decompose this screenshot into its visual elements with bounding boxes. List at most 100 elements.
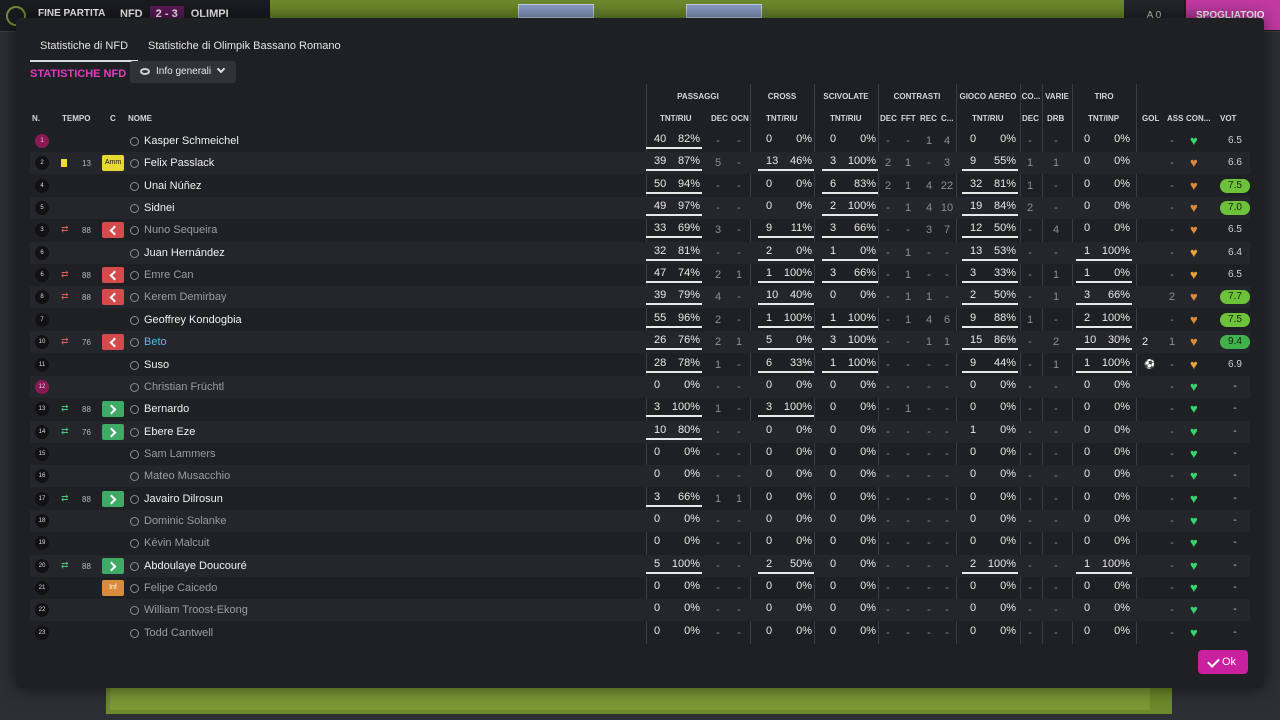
col-pass-tntriu[interactable]: TNT/RIU xyxy=(660,114,692,123)
player-row[interactable]: 22 William Troost-Ekong 0 0% - -0 0% 0 0% - - - -0 0%… xyxy=(30,599,1250,622)
cross-cell: 5 0% xyxy=(758,334,814,351)
contr-c: - xyxy=(945,470,949,483)
condition-heart-icon: ♥ xyxy=(1190,356,1198,372)
ok-button[interactable]: Ok xyxy=(1198,650,1248,674)
col-contr-rec[interactable]: REC xyxy=(920,114,937,123)
col-tiro-tntinp[interactable]: TNT/INP xyxy=(1088,114,1119,123)
shirt-number: 12 xyxy=(35,379,49,394)
player-name[interactable]: Nuno Sequeira xyxy=(144,224,217,236)
dribbles: - xyxy=(1054,403,1058,416)
player-name[interactable]: Felix Passlack xyxy=(144,157,214,169)
tackles-attempts: 1 xyxy=(830,311,837,324)
view-dropdown-label: Info generali xyxy=(156,66,212,77)
tab-nfd-stats[interactable]: Statistiche di NFD xyxy=(30,32,139,62)
shots-cell: 0 0% xyxy=(1076,155,1132,171)
section-title: STATISTICHE NFD xyxy=(30,68,127,80)
view-dropdown[interactable]: Info generali xyxy=(130,61,236,83)
cross-attempts: 2 xyxy=(766,557,773,570)
player-row[interactable]: 2 13 Amm Felix Passlack 39 87% 5-13 46% 3 100% 2 1-… xyxy=(30,152,1250,175)
col-contr-fft[interactable]: FFT xyxy=(901,114,916,123)
dribbles: - xyxy=(1054,604,1058,617)
player-row[interactable]: 8 ⇄ 88 Kerem Demirbay 39 79% 4-10 40% 0 0% -1 1-2 50… xyxy=(30,286,1250,309)
player-row[interactable]: 21 Inf Felipe Caicedo 0 0% - -0 0% 0 0% - - - -0 0% - -0… xyxy=(30,577,1250,599)
player-row[interactable]: 15 Sam Lammers 0 0% - -0 0% 0 0% - - - -0 0% - -0 0% - ♥ - xyxy=(30,443,1250,465)
col-ass[interactable]: ASS xyxy=(1167,114,1183,123)
player-row[interactable]: 14 ⇄ 76 Ebere Eze 10 80% - -0 0% 0 0% - - - -1 0% - -0 0% -… xyxy=(30,420,1250,443)
player-name[interactable]: Ebere Eze xyxy=(144,426,195,438)
player-row[interactable]: 20 ⇄ 88 Abdoulaye Doucouré 5 100% - -2 50% 0 0% - - -… xyxy=(30,554,1250,577)
col-co-dec[interactable]: DEC xyxy=(1022,114,1039,123)
col-tempo[interactable]: TEMPO xyxy=(62,114,90,123)
player-name[interactable]: Juan Hernández xyxy=(144,247,225,259)
player-row[interactable]: 18 Dominic Solanke 0 0% - -0 0% 0 0% - - - -0 0% - -0 0%… xyxy=(30,509,1250,532)
player-name[interactable]: Felipe Caicedo xyxy=(144,582,217,594)
col-sciv-tntriu[interactable]: TNT/RIU xyxy=(830,114,862,123)
player-name[interactable]: Unai Núñez xyxy=(144,180,201,192)
player-name[interactable]: Dominic Solanke xyxy=(144,515,227,527)
col-c[interactable]: C xyxy=(110,114,116,123)
player-row[interactable]: 17 ⇄ 88 Javairo Dilrosun 3 66% 1 1 0 0% 0 0% - - - -0 0%… xyxy=(30,488,1250,510)
player-row[interactable]: 3 ⇄ 88 Nuno Sequeira 33 69% 3-9 11% 3 66% - -3 7 12 50… xyxy=(30,219,1250,241)
player-name[interactable]: Sam Lammers xyxy=(144,448,216,460)
pass-ocn: - xyxy=(737,135,741,147)
player-row[interactable]: 16 Mateo Musacchio 0 0% - -0 0% 0 0% - - - -0 0% - -0 0%… xyxy=(30,465,1250,488)
col-contr-c[interactable]: C... xyxy=(941,114,953,123)
player-row[interactable]: 7 Geoffrey Kondogbia 55 96% 2-1 100% 1 100% -1 4 6… xyxy=(30,309,1250,331)
player-name[interactable]: Kasper Schmeichel xyxy=(144,135,239,147)
player-name[interactable]: Mateo Musacchio xyxy=(144,470,230,482)
player-name[interactable]: Kévin Malcuit xyxy=(144,537,209,549)
col-nome[interactable]: NOME xyxy=(128,114,152,123)
player-name[interactable]: Suso xyxy=(144,359,169,371)
rating: - xyxy=(1233,582,1237,593)
passes-cell: 3 66% xyxy=(646,491,702,507)
assists: - xyxy=(1170,135,1174,147)
shots-attempts: 0 xyxy=(1084,624,1091,637)
player-row[interactable]: 13 ⇄ 88 Bernardo 3 100% 1-3 100% 0 0% -1- -0 0% - -0 0%… xyxy=(30,398,1250,420)
player-row[interactable]: 4 Unai Núñez 50 94% - -0 0% 6 83% 2 1 4 22 32 81% 1-0 0%… xyxy=(30,175,1250,197)
player-name[interactable]: Geoffrey Kondogbia xyxy=(144,314,242,326)
player-row[interactable]: 10 ⇄ 76 Beto 26 76% 2 1 5 0% 3 100% - -1 1 15 86% -2 10 30%… xyxy=(30,331,1250,354)
player-row[interactable]: 19 Kévin Malcuit 0 0% - -0 0% 0 0% - - - -0 0% - -0 0% - ♥… xyxy=(30,532,1250,554)
co-dec: - xyxy=(1028,582,1032,594)
col-pass-dec[interactable]: DEC xyxy=(711,114,728,123)
tackles-cell: 0 0% xyxy=(822,625,878,641)
player-icon xyxy=(130,181,139,191)
player-name[interactable]: Bernardo xyxy=(144,403,189,415)
col-vot[interactable]: VOT xyxy=(1220,114,1236,123)
player-row[interactable]: 12 Christian Früchtl 0 0% - -0 0% 0 0% - - - -0 0% - -0… xyxy=(30,375,1250,398)
player-name[interactable]: Abdoulaye Doucouré xyxy=(144,560,247,572)
col-cross-tntriu[interactable]: TNT/RIU xyxy=(766,114,798,123)
subbed-on-badge xyxy=(102,401,124,418)
col-aereo-tntriu[interactable]: TNT/RIU xyxy=(972,114,1004,123)
col-varie-drb[interactable]: DRB xyxy=(1047,114,1064,123)
player-row[interactable]: 11 Suso 28 78% 1-6 33% 1 100% - - - -9 44% -1 1 100% ⚽ - ♥… xyxy=(30,354,1250,376)
player-name[interactable]: Kerem Demirbay xyxy=(144,291,227,303)
aerial-cell: 19 84% xyxy=(962,200,1018,217)
stats-modal: Statistiche di NFD Statistiche di Olimpi… xyxy=(16,18,1264,688)
col-gol[interactable]: GOL xyxy=(1142,114,1159,123)
player-name[interactable]: Beto xyxy=(144,336,167,348)
player-row[interactable]: 5 Sidnei 49 97% - -0 0% 2 100% -1 4 10 19 84% 2-0 0% - ♥ 7… xyxy=(30,197,1250,220)
assists: - xyxy=(1170,626,1174,639)
player-name[interactable]: Todd Cantwell xyxy=(144,627,213,639)
player-name[interactable]: Sidnei xyxy=(144,202,175,214)
pass-dec: 1 xyxy=(714,492,722,505)
tab-opponent-stats[interactable]: Statistiche di Olimpik Bassano Romano xyxy=(138,32,351,62)
col-con[interactable]: CON... xyxy=(1186,114,1210,123)
player-row[interactable]: 23 Todd Cantwell 0 0% - -0 0% 0 0% - - - -0 0% - -0 0% - ♥… xyxy=(30,622,1250,644)
player-name[interactable]: William Troost-Ekong xyxy=(144,604,248,616)
contr-fft: - xyxy=(906,135,910,147)
player-name[interactable]: Javairo Dilrosun xyxy=(144,493,223,505)
player-row[interactable]: 6 ⇄ 88 Emre Can 47 74% 2 1 1 100% 3 66% -1- -3 33% -1 1 0… xyxy=(30,264,1250,286)
player-name[interactable]: Christian Früchtl xyxy=(144,381,224,393)
tackles-cell: 0 0% xyxy=(822,580,878,596)
player-row[interactable]: 1 Kasper Schmeichel 40 82% - -0 0% 0 0% - -1 4 0 0% - -… xyxy=(30,130,1250,152)
col-contr-dec[interactable]: DEC xyxy=(880,114,897,123)
col-n[interactable]: N. xyxy=(32,114,40,123)
sub-in-icon: ⇄ xyxy=(61,492,69,503)
player-row[interactable]: 6 Juan Hernández 32 81% - -2 0% 1 0% -1- -13 53% - -1… xyxy=(30,241,1250,264)
player-name[interactable]: Emre Can xyxy=(144,269,194,281)
aerial-percent: 0% xyxy=(1000,468,1016,481)
co-dec: 1 xyxy=(1026,313,1034,326)
col-pass-ocn[interactable]: OCN xyxy=(731,114,749,123)
